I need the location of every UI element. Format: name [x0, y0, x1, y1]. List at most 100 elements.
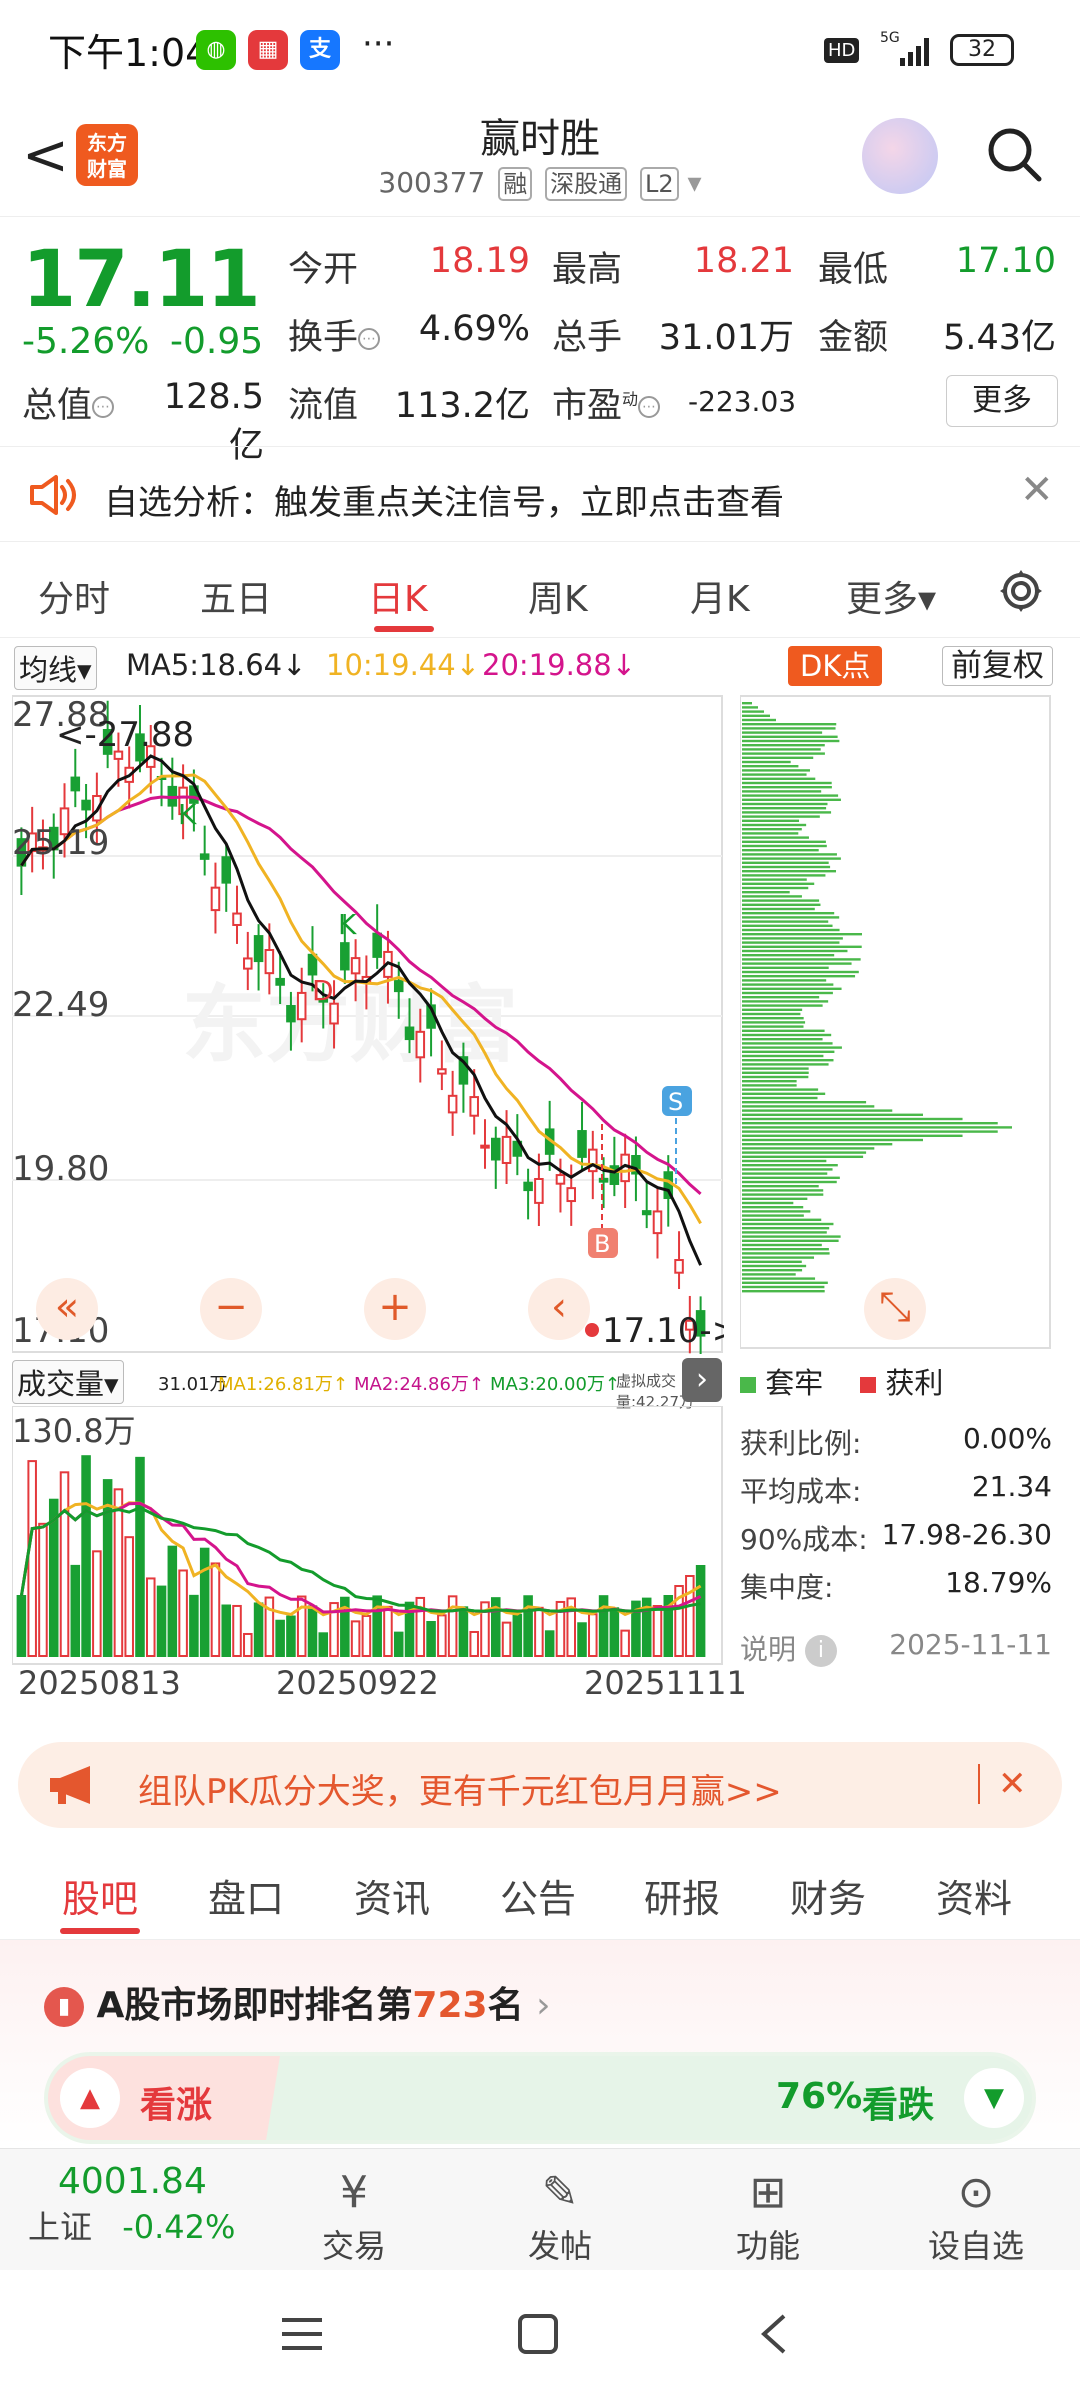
megaphone-icon [50, 1766, 90, 1804]
index-ticker[interactable]: 4001.84 上证 -0.42% [28, 2161, 268, 2248]
candle-body [534, 1177, 544, 1204]
scroll-left-button[interactable]: ‹ [528, 1278, 590, 1340]
up-arrow-icon[interactable]: ▲ [60, 2068, 120, 2128]
candle-body [404, 1026, 415, 1041]
y-tick-label: 22.49 [12, 985, 109, 1025]
close-icon[interactable]: ✕ [978, 1764, 1027, 1804]
volume-bar [221, 1604, 232, 1657]
tab-news[interactable]: 资讯 [354, 1868, 430, 1923]
chip-bar [742, 991, 833, 995]
chip-bar [742, 739, 840, 743]
bullish-label[interactable]: 看涨 [140, 2076, 212, 2128]
mktcap-label: 总值 ⋯ [22, 377, 115, 428]
zoom-out-button[interactable]: − [200, 1278, 262, 1340]
info-icon[interactable]: ⋯ [92, 396, 115, 418]
info-icon[interactable]: ⋯ [358, 328, 381, 350]
tab-daily-k[interactable]: 日K [368, 570, 428, 622]
chip-bar [742, 702, 752, 705]
chip-bar [742, 815, 820, 818]
dk-point-button[interactable]: DK点 [788, 646, 883, 686]
chevron-right-icon[interactable]: › [682, 1358, 722, 1402]
gear-icon[interactable] [996, 566, 1046, 616]
volume-bar [318, 1632, 329, 1657]
battery-icon: 32 [950, 34, 1014, 66]
rewind-button[interactable]: « [36, 1278, 98, 1340]
ma-selector[interactable]: 均线▾ [14, 646, 97, 690]
chip-bar [742, 1000, 829, 1003]
volume-bar [286, 1615, 296, 1657]
volume-bar [609, 1607, 620, 1658]
candle-body [286, 1005, 296, 1023]
back-icon[interactable] [756, 2312, 792, 2356]
chip-bar [742, 1159, 827, 1163]
adjust-mode-button[interactable]: 前复权 [942, 646, 1053, 686]
market-rank[interactable]: ▮ A股市场即时排名第723名 › [44, 1976, 551, 2028]
tab-weekly-k[interactable]: 周K [528, 570, 588, 622]
volume-value: 31.01万 [658, 318, 794, 358]
promo-banner[interactable]: 组队PK瓜分大奖，更有千元红包月月赢>> ✕ [18, 1742, 1062, 1828]
chip-bar [742, 1105, 875, 1108]
chip-bar [742, 1147, 875, 1150]
tab-research[interactable]: 研报 [644, 1868, 720, 1923]
chip-bar [742, 1176, 840, 1179]
trapped-label: 套牢 [765, 1366, 824, 1400]
volume-selector[interactable]: 成交量▾ [12, 1360, 124, 1404]
chip-bar [742, 1033, 832, 1037]
zoom-in-button[interactable]: + [364, 1278, 426, 1340]
l2-tag: L2 [640, 167, 679, 201]
tab-monthly-k[interactable]: 月K [690, 570, 750, 622]
tab-intraday[interactable]: 分时 [38, 570, 110, 622]
chip-distribution-chart[interactable]: ⤡ [739, 694, 1052, 1350]
tab-forum[interactable]: 股吧 [62, 1868, 138, 1923]
float-value: 113.2亿 [394, 386, 530, 426]
expand-icon[interactable]: ⤡ [864, 1278, 926, 1340]
tab-announcements[interactable]: 公告 [500, 1868, 576, 1923]
nav-functions[interactable]: ⊞ 功能 [708, 2165, 828, 2267]
pe-value: -223.03 [688, 385, 797, 418]
volume-bar [27, 1460, 37, 1657]
tab-profile[interactable]: 资料 [936, 1868, 1012, 1923]
chip-bar [742, 1185, 819, 1188]
k-marker: K [338, 908, 357, 941]
chip-bar [742, 979, 827, 982]
candle-body [393, 980, 404, 993]
tab-financials[interactable]: 财务 [790, 1868, 866, 1923]
search-icon[interactable] [984, 124, 1044, 184]
volume-chart[interactable]: 130.8万 [11, 1405, 724, 1666]
chip-date: 2025-11-11 [889, 1628, 1052, 1661]
more-button[interactable]: 更多 [946, 375, 1058, 427]
min-price-dot [585, 1323, 599, 1337]
tab-five-day[interactable]: 五日 [200, 570, 272, 622]
menu-icon[interactable] [280, 2314, 324, 2354]
candle-body [652, 1210, 663, 1235]
tab-orderbook[interactable]: 盘口 [208, 1868, 284, 1923]
chip-bar [742, 1008, 803, 1011]
chip-bar [742, 899, 820, 902]
kline-svg[interactable]: 东方财富 27.88 25.19 22.49 19.80 17.10 <-27.… [11, 694, 740, 1365]
chip-bar [742, 1038, 823, 1041]
chip-bar [742, 744, 825, 747]
ai-assistant-avatar[interactable] [862, 118, 938, 194]
watchlist-alert-banner[interactable]: 自选分析：触发重点关注信号，立即点击查看 ✕ [0, 446, 1080, 542]
nav-add-watchlist[interactable]: ⊙ 设自选 [916, 2165, 1036, 2267]
ma20-value: 20:19.88↓ [482, 648, 636, 682]
chip-bar [742, 1260, 802, 1263]
home-icon[interactable] [516, 2314, 560, 2354]
nav-trade[interactable]: ¥ 交易 [294, 2165, 414, 2267]
down-arrow-icon[interactable]: ▼ [964, 2068, 1024, 2128]
chip-bar [742, 920, 829, 923]
nav-post[interactable]: ✎ 发帖 [500, 2165, 620, 2267]
kline-chart[interactable]: 东方财富 27.88 25.19 22.49 19.80 17.10 <-27.… [11, 694, 740, 1365]
chip-bar [742, 706, 758, 709]
chip-bar [742, 756, 814, 759]
chip-bar [742, 857, 841, 860]
alipay-icon: 支 [300, 30, 340, 70]
bearish-percent: 76% [776, 2076, 863, 2117]
tab-more[interactable]: 更多▾ [846, 570, 936, 622]
close-icon[interactable]: ✕ [1020, 467, 1054, 513]
candle-body [296, 991, 307, 1021]
volume-bar [534, 1606, 544, 1657]
info-icon[interactable]: ⋯ [638, 396, 661, 418]
bearish-label[interactable]: 看跌 [862, 2076, 934, 2128]
volume-bar [447, 1595, 458, 1657]
